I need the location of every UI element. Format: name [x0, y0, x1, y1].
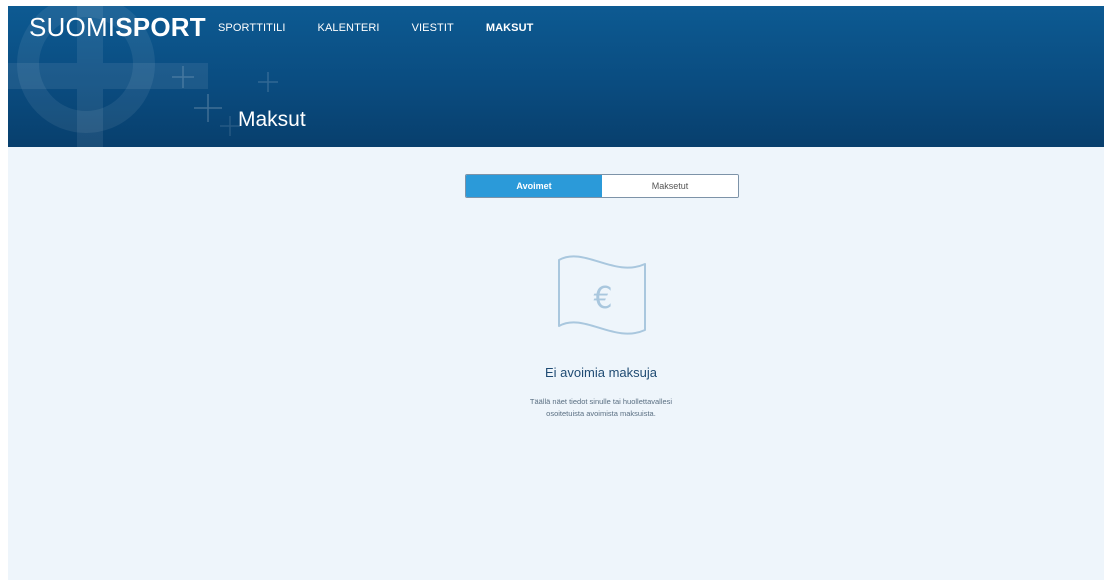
tab-maksetut[interactable]: Maksetut: [602, 175, 738, 197]
header-banner: SUOMISPORT SPORTTITILI KALENTERI VIESTIT…: [8, 6, 1104, 147]
empty-state-description-line-1: Täällä näet tiedot sinulle tai huolletta…: [529, 397, 673, 406]
logo-text-bold: SPORT: [115, 12, 206, 42]
empty-state-title: Ei avoimia maksuja: [545, 365, 657, 380]
nav-item-viestit[interactable]: VIESTIT: [412, 21, 454, 35]
tab-avoimet[interactable]: Avoimet: [466, 175, 602, 197]
nav-item-sporttitili[interactable]: SPORTTITILI: [218, 21, 286, 35]
empty-state-description-line-2: osoitetuista avoimista maksuista.: [546, 409, 656, 418]
page-title: Maksut: [238, 108, 306, 131]
svg-text:€: €: [593, 281, 612, 316]
euro-banknote-icon: €: [558, 255, 646, 335]
suomisport-logo[interactable]: SUOMISPORT: [29, 12, 206, 42]
app-frame: SUOMISPORT SPORTTITILI KALENTERI VIESTIT…: [8, 6, 1104, 580]
logo-text-light: SUOMI: [29, 12, 116, 42]
main-nav: SPORTTITILI KALENTERI VIESTIT MAKSUT: [218, 20, 565, 36]
nav-item-kalenteri[interactable]: KALENTERI: [318, 21, 380, 35]
empty-state-description: Täällä näet tiedot sinulle tai huolletta…: [471, 396, 731, 420]
payment-tabs: Avoimet Maksetut: [465, 174, 739, 198]
nav-item-maksut[interactable]: MAKSUT: [486, 21, 534, 35]
